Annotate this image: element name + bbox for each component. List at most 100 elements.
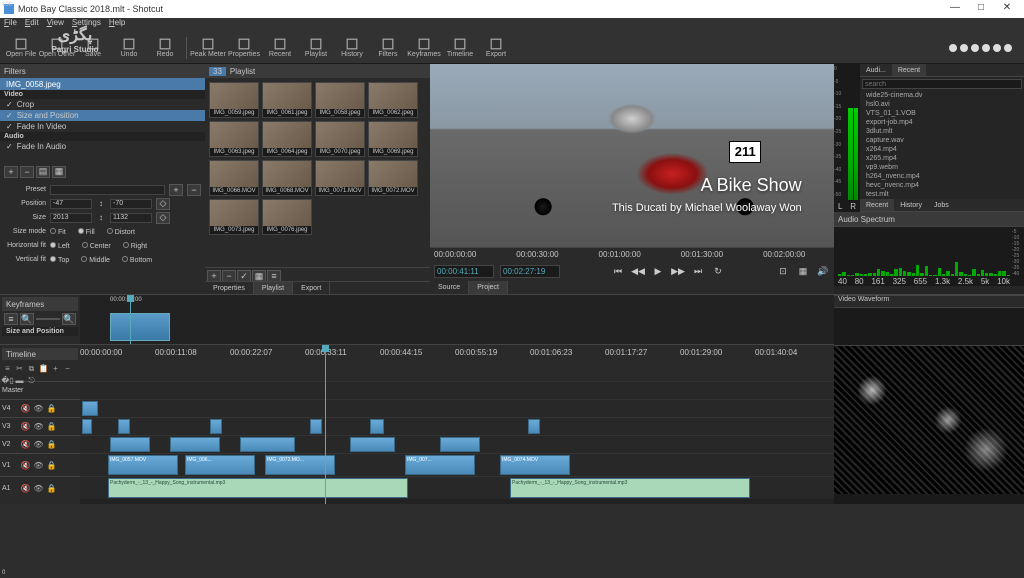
- keyframes-playhead[interactable]: [130, 295, 131, 344]
- filter-item[interactable]: ✓Fade In Video: [0, 121, 205, 132]
- timeline-clip[interactable]: [440, 437, 480, 452]
- export-button[interactable]: Export: [479, 34, 513, 62]
- timeline-clip[interactable]: [240, 437, 295, 452]
- radio-fill[interactable]: Fill: [78, 227, 103, 236]
- radio-left[interactable]: Left: [50, 241, 78, 250]
- timeline-clip[interactable]: [310, 419, 322, 434]
- keyframes-track[interactable]: 00:00:00:00: [80, 295, 834, 344]
- menu-file[interactable]: File: [4, 18, 17, 32]
- track-v4-lane[interactable]: [80, 399, 834, 417]
- timeline-clip[interactable]: [82, 401, 98, 416]
- timeline-playhead[interactable]: [325, 345, 326, 504]
- track-mute-button[interactable]: 🔇: [20, 460, 31, 471]
- playlist-thumbnail[interactable]: IMG_0058.jpeg: [315, 82, 365, 118]
- track-mute-button[interactable]: 🔇: [20, 483, 31, 494]
- timeline-clip[interactable]: [110, 437, 150, 452]
- minimize-button[interactable]: —: [942, 2, 968, 16]
- position-keyframe-button[interactable]: ◇: [156, 198, 170, 210]
- preview-ruler[interactable]: 00:00:00:0000:00:30:0000:01:00:0000:01:3…: [430, 247, 834, 261]
- track-master-lane[interactable]: [80, 381, 834, 399]
- paste-filter-button[interactable]: ▦: [52, 166, 66, 178]
- radio-fit[interactable]: Fit: [50, 227, 74, 236]
- tl-lift-button[interactable]: �▯: [2, 375, 13, 386]
- open-button[interactable]: Open File: [4, 34, 38, 62]
- recent-item[interactable]: x264.mp4: [860, 145, 1024, 154]
- playlist-thumbnail[interactable]: IMG_0061.jpeg: [262, 82, 312, 118]
- recent-item[interactable]: 3dlut.mlt: [860, 127, 1024, 136]
- tab-jobs[interactable]: Jobs: [928, 199, 955, 211]
- recent-search-input[interactable]: [862, 79, 1022, 89]
- tab-recent[interactable]: Recent: [860, 199, 894, 211]
- playlist-button[interactable]: Playlist: [299, 34, 333, 62]
- audio-clip[interactable]: Pachyderm_-_13_-_Happy_Song_instrumental…: [510, 478, 750, 498]
- track-hide-button[interactable]: 👁: [33, 483, 44, 494]
- tab-properties[interactable]: Properties: [205, 282, 254, 294]
- peak-button[interactable]: Peak Meter: [191, 34, 225, 62]
- track-mute-button[interactable]: 🔇: [20, 439, 31, 450]
- menu-help[interactable]: Help: [109, 18, 125, 32]
- recent-item[interactable]: vp9.webm: [860, 163, 1024, 172]
- zoom-fit-button[interactable]: ⊡: [776, 264, 790, 278]
- position-link-icon[interactable]: ↕: [96, 199, 106, 208]
- size-link-icon[interactable]: ↕: [96, 213, 106, 222]
- maximize-button[interactable]: □: [968, 2, 994, 16]
- playlist-thumbnail[interactable]: IMG_0071.MOV: [315, 160, 365, 196]
- tl-delete-button[interactable]: −: [62, 363, 73, 374]
- video-clip[interactable]: IMG_0074.MOV: [500, 455, 570, 475]
- tl-copy-button[interactable]: ⧉: [26, 363, 37, 374]
- track-a1-lane[interactable]: Pachyderm_-_13_-_Happy_Song_instrumental…: [80, 476, 834, 499]
- add-filter-button[interactable]: +: [4, 166, 18, 178]
- copy-filter-button[interactable]: ▤: [36, 166, 50, 178]
- keyframes-clip[interactable]: [110, 313, 170, 341]
- recent-item[interactable]: VTS_01_1.VOB: [860, 109, 1024, 118]
- radio-middle[interactable]: Middle: [81, 255, 118, 264]
- track-v3-lane[interactable]: [80, 417, 834, 435]
- size-keyframe-button[interactable]: ◇: [156, 212, 170, 224]
- size-w-input[interactable]: [50, 213, 92, 223]
- loop-button[interactable]: ↻: [711, 264, 725, 278]
- track-mute-button[interactable]: 🔇: [20, 421, 31, 432]
- recent-item[interactable]: x265.mp4: [860, 154, 1024, 163]
- save-button[interactable]: Save: [76, 34, 110, 62]
- timeline-tracks[interactable]: 00:00:00:0000:00:11:0800:00:22:0700:00:3…: [80, 345, 834, 504]
- timeline-clip[interactable]: [82, 419, 92, 434]
- kf-zoom-out-button[interactable]: 🔍: [20, 313, 34, 325]
- audio-clip[interactable]: Pachyderm_-_13_-_Happy_Song_instrumental…: [108, 478, 408, 498]
- preset-select[interactable]: [50, 185, 165, 195]
- radio-right[interactable]: Right: [123, 241, 155, 250]
- position-y-input[interactable]: [110, 199, 152, 209]
- redo-button[interactable]: Redo: [148, 34, 182, 62]
- tab-audi[interactable]: Audi...: [860, 64, 892, 76]
- timeline-clip[interactable]: [370, 419, 384, 434]
- track-lock-button[interactable]: 🔒: [46, 460, 57, 471]
- grid-button[interactable]: ▦: [796, 264, 810, 278]
- playlist-thumbnail[interactable]: IMG_0068.MOV: [262, 160, 312, 196]
- track-lock-button[interactable]: 🔒: [46, 421, 57, 432]
- timeline-ruler[interactable]: 00:00:00:0000:00:11:0800:00:22:0700:00:3…: [80, 345, 834, 363]
- play-button[interactable]: ▶: [651, 264, 665, 278]
- position-x-input[interactable]: [50, 199, 92, 209]
- recent-button[interactable]: Recent: [263, 34, 297, 62]
- playlist-thumbnail[interactable]: IMG_0076.jpeg: [262, 199, 312, 235]
- tl-overwrite-button[interactable]: ▬: [14, 375, 25, 386]
- tab-source[interactable]: Source: [430, 281, 469, 294]
- track-v2-lane[interactable]: [80, 435, 834, 453]
- filter-item[interactable]: ✓Fade In Audio: [0, 141, 205, 152]
- recent-item[interactable]: capture.wav: [860, 136, 1024, 145]
- keyframes-button[interactable]: Keyframes: [407, 34, 441, 62]
- tl-paste-button[interactable]: 📋: [38, 363, 49, 374]
- tab-playlist[interactable]: Playlist: [254, 282, 293, 294]
- timeline-clip[interactable]: [210, 419, 222, 434]
- playlist-thumbnail[interactable]: IMG_0059.jpeg: [209, 82, 259, 118]
- track-head-a1[interactable]: A1🔇👁🔒: [0, 476, 80, 499]
- size-h-input[interactable]: [110, 213, 152, 223]
- recent-item[interactable]: hevc_nvenc.mp4: [860, 181, 1024, 190]
- timeline-clip[interactable]: [350, 437, 395, 452]
- recent-item[interactable]: export-job.mp4: [860, 118, 1024, 127]
- skip-next-button[interactable]: ⏭: [691, 264, 705, 278]
- playlist-thumbnail[interactable]: IMG_0072.MOV: [368, 160, 418, 196]
- rewind-button[interactable]: ◀◀: [631, 264, 645, 278]
- menu-settings[interactable]: Settings: [72, 18, 101, 32]
- radio-distort[interactable]: Distort: [107, 227, 143, 236]
- playlist-thumbnail[interactable]: IMG_0062.jpeg: [368, 82, 418, 118]
